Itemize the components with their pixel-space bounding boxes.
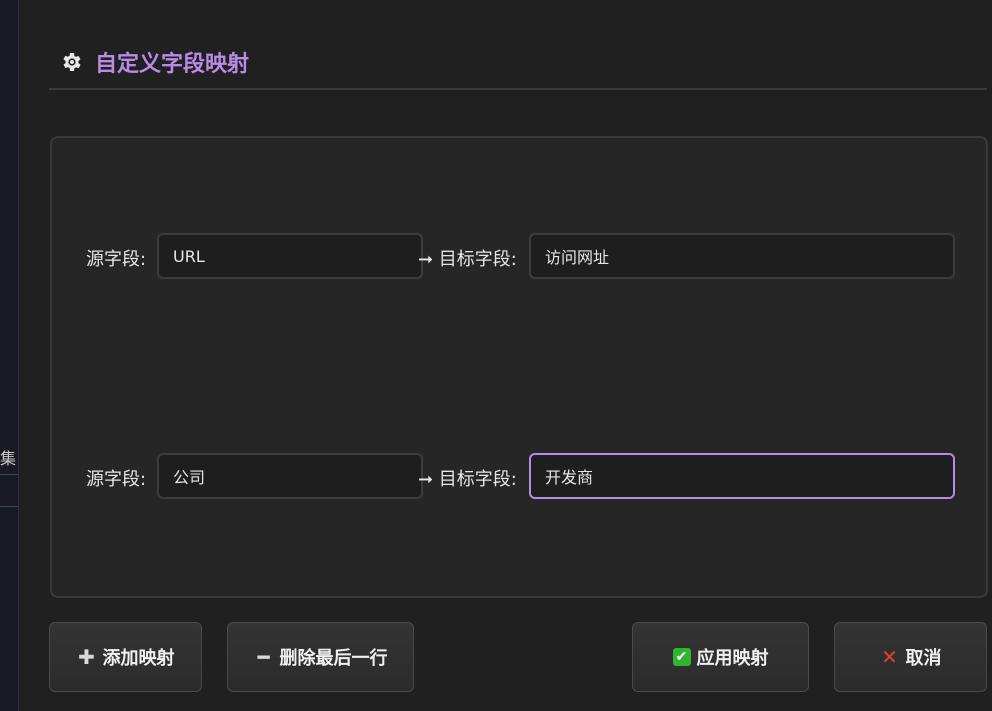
background-sidebar: 集 xyxy=(0,0,19,711)
close-icon: ✕ xyxy=(881,645,898,669)
target-field-input[interactable] xyxy=(529,453,955,499)
apply-mapping-button[interactable]: ✔ 应用映射 xyxy=(632,622,809,692)
check-icon: ✔ xyxy=(672,648,691,666)
header-divider xyxy=(49,88,987,90)
target-field-input[interactable] xyxy=(529,233,955,279)
sidebar-partial-text: 集 xyxy=(0,449,17,468)
add-mapping-label: 添加映射 xyxy=(102,648,175,669)
cancel-label: 取消 xyxy=(905,648,942,669)
delete-last-row-button[interactable]: ━ 删除最后一行 xyxy=(227,622,414,692)
delete-last-row-label: 删除最后一行 xyxy=(279,648,388,669)
mapping-row: 源字段: ➞ 目标字段: xyxy=(52,453,986,503)
field-mapping-dialog: 自定义字段映射 源字段: ➞ 目标字段: 源字段: ➞ 目标字段: ✚ 添加映射… xyxy=(19,0,992,711)
gear-icon xyxy=(63,53,81,71)
source-field-input[interactable] xyxy=(157,453,423,499)
add-mapping-button[interactable]: ✚ 添加映射 xyxy=(49,622,202,692)
sidebar-divider xyxy=(0,474,18,475)
mapping-row: 源字段: ➞ 目标字段: xyxy=(52,233,986,283)
target-field-label: ➞ 目标字段: xyxy=(418,469,517,490)
source-field-label: 源字段: xyxy=(86,249,147,270)
plus-icon: ✚ xyxy=(78,645,95,669)
apply-mapping-label: 应用映射 xyxy=(696,648,769,669)
dialog-header: 自定义字段映射 xyxy=(59,46,249,78)
minus-icon: ━ xyxy=(257,645,270,669)
source-field-input[interactable] xyxy=(157,233,423,279)
cancel-button[interactable]: ✕ 取消 xyxy=(834,622,987,692)
dialog-title: 自定义字段映射 xyxy=(95,52,250,77)
target-field-label: ➞ 目标字段: xyxy=(418,249,517,270)
sidebar-divider xyxy=(0,506,18,507)
source-field-label: 源字段: xyxy=(86,469,147,490)
mapping-list: 源字段: ➞ 目标字段: 源字段: ➞ 目标字段: xyxy=(50,136,988,598)
